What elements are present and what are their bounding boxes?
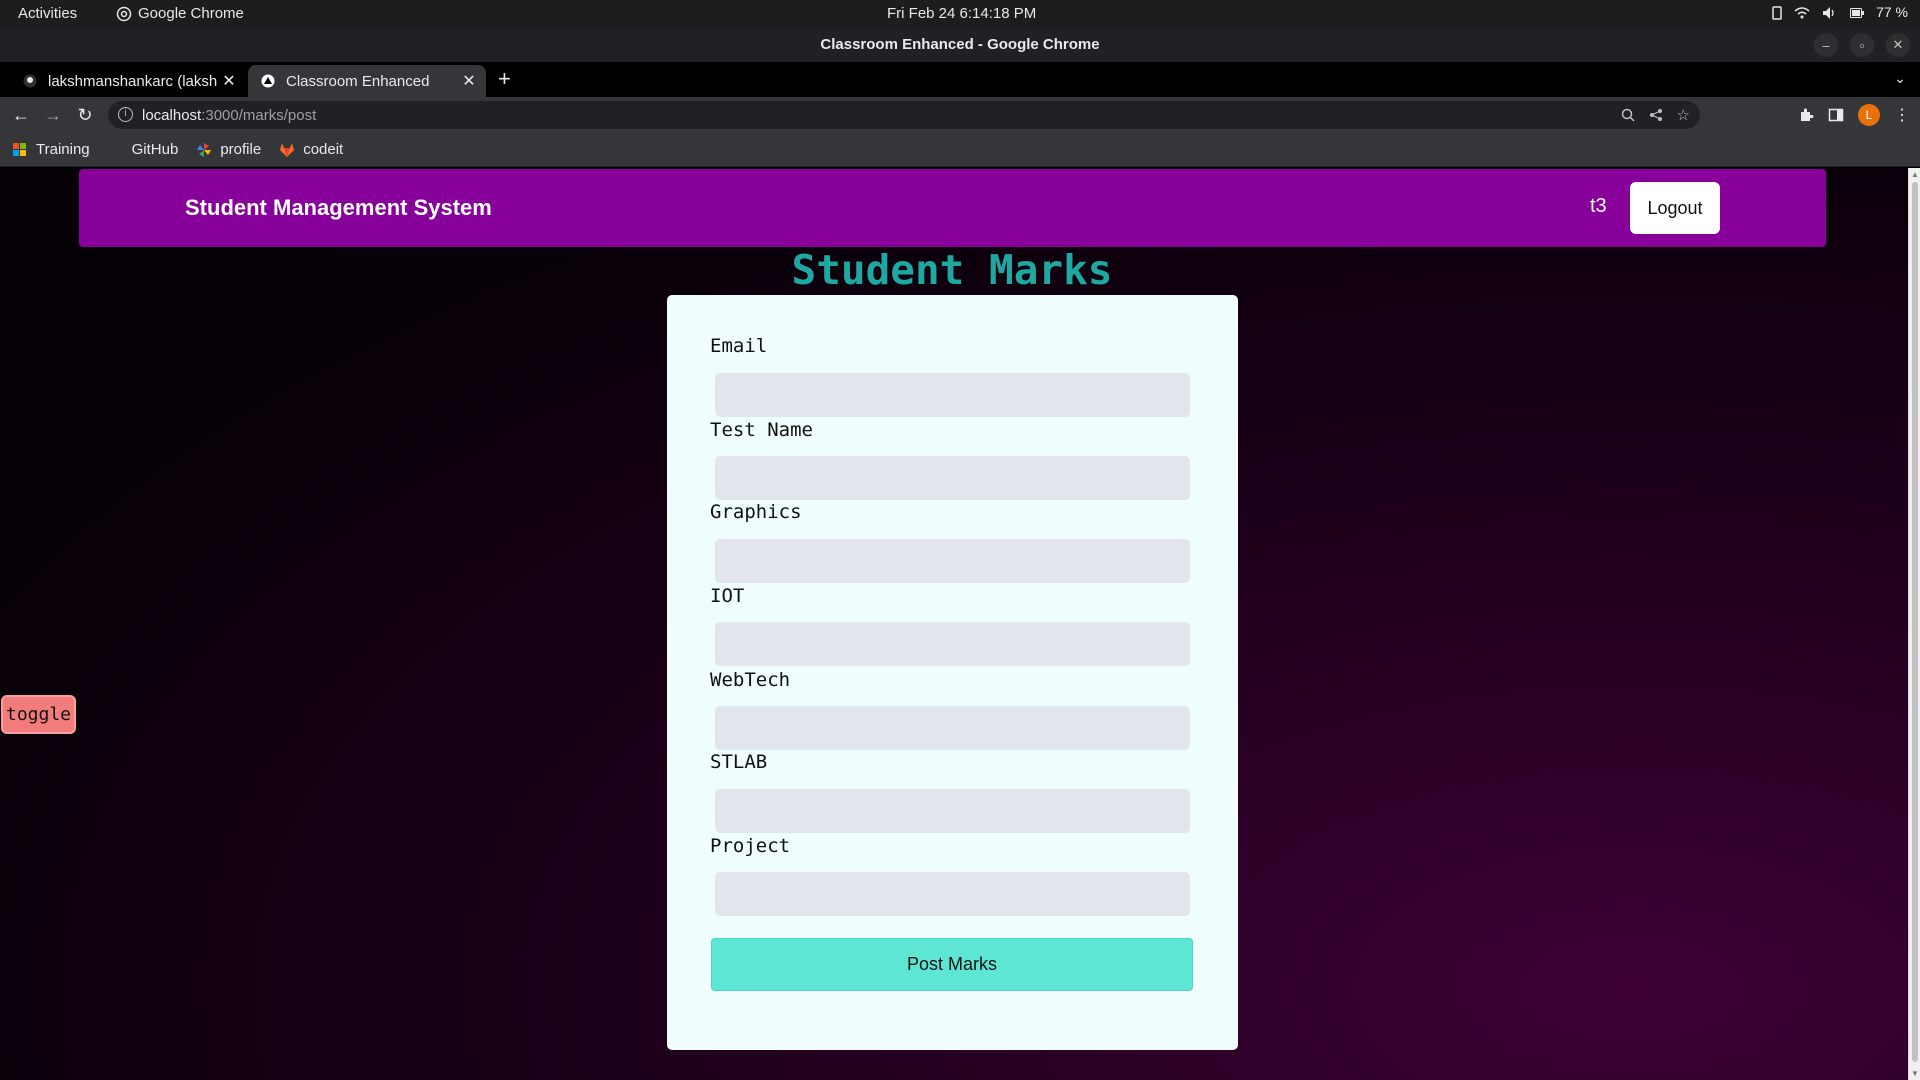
graphics-input[interactable]: [715, 539, 1190, 583]
side-panel-icon[interactable]: [1828, 106, 1844, 124]
activities-button[interactable]: Activities: [18, 5, 77, 22]
bookmark-star-icon[interactable]: ☆: [1677, 106, 1690, 124]
page-scrollbar[interactable]: ▲ ▼: [1908, 168, 1920, 1080]
project-input[interactable]: [715, 872, 1190, 916]
back-arrow-icon[interactable]: ←: [10, 105, 32, 125]
github-icon: [22, 73, 38, 89]
app-navbar: Student Management System t3 Logout: [79, 169, 1826, 247]
tab-label: Classroom Enhanced: [286, 72, 430, 90]
maximize-icon[interactable]: ▫: [1850, 33, 1874, 57]
site-info-icon[interactable]: i: [118, 107, 133, 122]
close-window-icon[interactable]: ✕: [1886, 33, 1910, 57]
clock[interactable]: Fri Feb 24 6:14:18 PM: [887, 5, 1036, 22]
browser-toolbar: ← → ↻ i localhost:3000/marks/post ☆: [0, 97, 1920, 133]
phone-icon: [1772, 4, 1782, 21]
tab-label: lakshmanshankarc (laksh: [48, 72, 218, 90]
tab-strip: lakshmanshankarc (laksh ✕ Classroom Enha…: [0, 62, 1920, 97]
toolbar-actions: L ⋮: [1798, 104, 1910, 126]
forward-arrow-icon[interactable]: →: [42, 105, 64, 125]
marks-form: Email Test Name Graphics IOT WebTech STL…: [667, 295, 1238, 1050]
app-menu[interactable]: Google Chrome: [116, 5, 244, 22]
toggle-button[interactable]: toggle: [1, 695, 76, 734]
wifi-icon: [1794, 4, 1810, 20]
battery-percent: 77 %: [1876, 4, 1908, 21]
battery-icon: [1850, 4, 1865, 20]
email-label: Email: [710, 335, 768, 357]
new-tab-plus-icon[interactable]: +: [498, 66, 511, 92]
stlab-input[interactable]: [715, 789, 1190, 833]
test-name-label: Test Name: [710, 419, 813, 441]
reload-icon[interactable]: ↻: [74, 105, 96, 125]
system-status-area[interactable]: 77 %: [1772, 4, 1908, 20]
stlab-label: STLAB: [710, 751, 768, 773]
tab-github-profile[interactable]: lakshmanshankarc (laksh ✕: [10, 65, 246, 97]
bookmarks-bar: Training GitHub profile codeit: [0, 133, 1920, 167]
username-label: t3: [1590, 195, 1607, 217]
zoom-icon[interactable]: [1621, 106, 1635, 124]
graphics-label: Graphics: [710, 501, 802, 523]
volume-icon: [1822, 4, 1838, 20]
iot-input[interactable]: [715, 622, 1190, 666]
bookmark-profile[interactable]: profile: [196, 141, 261, 158]
address-bar[interactable]: i localhost:3000/marks/post ☆: [108, 101, 1700, 129]
close-tab-icon[interactable]: ✕: [458, 71, 480, 91]
project-label: Project: [710, 835, 791, 857]
close-tab-icon[interactable]: ✕: [218, 71, 240, 91]
scroll-down-arrow-icon[interactable]: ▼: [1911, 1069, 1919, 1078]
pinwheel-icon: [196, 142, 212, 158]
microsoft-grid-icon: [12, 142, 28, 158]
page-title: Student Marks: [791, 246, 1113, 294]
bookmark-github[interactable]: GitHub: [108, 141, 179, 158]
github-icon: [108, 142, 124, 158]
tab-classroom-enhanced[interactable]: Classroom Enhanced ✕: [248, 65, 486, 97]
chrome-icon: [116, 5, 132, 22]
url-text: localhost:3000/marks/post: [142, 107, 317, 124]
share-icon[interactable]: [1649, 106, 1663, 124]
bookmark-training[interactable]: Training: [12, 141, 90, 158]
webtech-label: WebTech: [710, 669, 791, 691]
minimize-icon[interactable]: –: [1814, 33, 1838, 57]
tab-search-chevron-icon[interactable]: ⌄: [1894, 70, 1906, 87]
profile-avatar[interactable]: L: [1858, 104, 1880, 126]
triangle-favicon-icon: [260, 73, 276, 89]
window-title: Classroom Enhanced - Google Chrome: [820, 36, 1100, 53]
bookmark-codeit[interactable]: codeit: [279, 141, 343, 158]
post-marks-button[interactable]: Post Marks: [711, 938, 1193, 991]
system-top-bar: Activities Google Chrome Fri Feb 24 6:14…: [0, 0, 1920, 27]
window-title-bar: Classroom Enhanced - Google Chrome – ▫ ✕: [0, 27, 1920, 62]
bookmark-label: Training: [36, 141, 90, 158]
gitlab-fox-icon: [279, 142, 295, 158]
chrome-menu-kebab-icon[interactable]: ⋮: [1894, 105, 1910, 125]
app-name: Google Chrome: [138, 5, 244, 23]
bookmark-label: GitHub: [131, 141, 179, 158]
logout-button[interactable]: Logout: [1630, 182, 1720, 234]
iot-label: IOT: [710, 585, 745, 607]
page-viewport: Student Management System t3 Logout Stud…: [0, 168, 1920, 1080]
scroll-up-arrow-icon[interactable]: ▲: [1911, 170, 1919, 179]
scrollbar-thumb[interactable]: [1912, 182, 1918, 1062]
bookmark-label: profile: [220, 141, 262, 158]
brand-title[interactable]: Student Management System: [185, 195, 492, 221]
email-input[interactable]: [715, 373, 1190, 417]
bookmark-label: codeit: [303, 141, 344, 158]
webtech-input[interactable]: [715, 706, 1190, 750]
extensions-puzzle-icon[interactable]: [1798, 106, 1814, 124]
test-name-input[interactable]: [715, 456, 1190, 500]
